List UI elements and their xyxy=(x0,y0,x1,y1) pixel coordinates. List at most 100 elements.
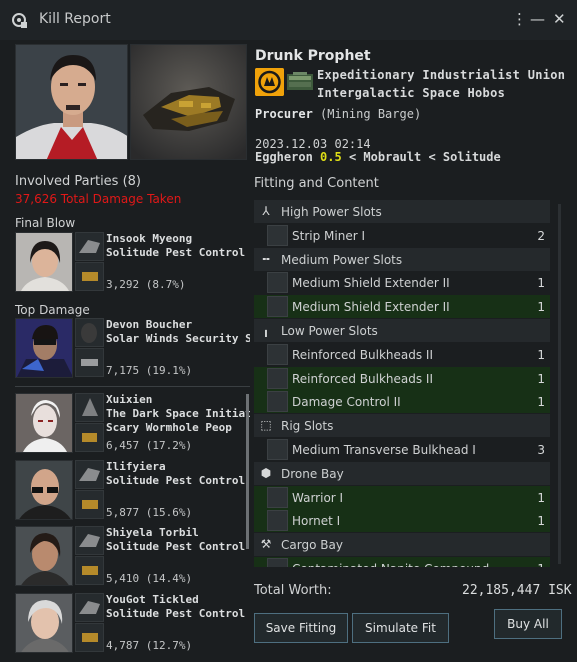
attacker-alliance[interactable]: Scary Wormhole Peop xyxy=(106,421,250,434)
attacker-row[interactable]: Xuixien The Dark Space Initiat Scary Wor… xyxy=(15,393,250,457)
module-icon[interactable] xyxy=(267,486,288,508)
fitting-item-destroyed[interactable]: Strip Miner I 2 xyxy=(254,223,550,247)
attacker-damage: 6,457 (17.2%) xyxy=(106,439,193,452)
attacker-ship-icon[interactable] xyxy=(75,460,104,489)
section-divider xyxy=(15,386,250,387)
attacker-portrait[interactable] xyxy=(15,526,73,586)
fitting-item-destroyed[interactable]: Medium Shield Extender II 1 xyxy=(254,271,550,295)
attacker-corp[interactable]: Solar Winds Security So xyxy=(106,332,250,345)
involved-scrollbar[interactable] xyxy=(246,394,249,549)
attacker-row[interactable]: Insook Myeong Solitude Pest Control a 3,… xyxy=(15,232,250,296)
attacker-damage: 5,877 (15.6%) xyxy=(106,506,193,519)
module-icon[interactable] xyxy=(267,343,288,365)
attacker-row[interactable]: YouGot Tickled Solitude Pest Control 4,7… xyxy=(15,593,250,657)
module-icon[interactable] xyxy=(267,439,288,460)
final-blow-label: Final Blow xyxy=(15,216,76,230)
victim-name[interactable]: Drunk Prophet xyxy=(255,48,371,64)
attacker-ship-icon[interactable] xyxy=(75,393,104,422)
fitting-group-header[interactable]: ╍ Medium Power Slots xyxy=(254,247,550,271)
attacker-name[interactable]: YouGot Tickled xyxy=(106,593,199,606)
attacker-ship-icon[interactable] xyxy=(75,593,104,622)
fitting-group-label: Medium Power Slots xyxy=(281,252,403,267)
attacker-ship-icon[interactable] xyxy=(75,318,104,347)
attacker-portrait[interactable] xyxy=(15,318,73,378)
module-icon[interactable] xyxy=(267,558,288,567)
fitting-item-dropped[interactable]: Medium Shield Extender II 1 xyxy=(254,295,550,319)
attacker-corp[interactable]: Solitude Pest Control xyxy=(106,474,250,487)
fitting-item-name: Hornet I xyxy=(292,514,341,529)
attacker-damage: 7,175 (19.1%) xyxy=(106,364,193,377)
minimize-icon[interactable]: — xyxy=(530,10,545,28)
fitting-item-dropped[interactable]: Reinforced Bulkheads II 1 xyxy=(254,366,550,390)
fitting-item-name: Medium Shield Extender II xyxy=(292,300,450,315)
attacker-row[interactable]: Devon Boucher Solar Winds Security So 7,… xyxy=(15,318,250,382)
low-power-icon: ╻ xyxy=(262,323,270,337)
fitting-group-header[interactable]: ⅄ High Power Slots xyxy=(254,200,550,223)
solar-system[interactable]: Eggheron xyxy=(255,150,313,164)
attacker-row[interactable]: Ilifyiera Solitude Pest Control 5,877 (1… xyxy=(15,460,250,524)
module-icon[interactable] xyxy=(267,391,288,413)
victim-ship[interactable]: Procurer (Mining Barge) xyxy=(255,107,421,121)
module-icon[interactable] xyxy=(267,296,288,318)
security-status: 0.5 xyxy=(320,150,342,164)
corporation-name[interactable]: Expeditionary Industrialist Union xyxy=(317,68,565,82)
attacker-corp[interactable]: Solitude Pest Control a xyxy=(106,246,250,259)
attacker-ship-icon[interactable] xyxy=(75,232,104,261)
attacker-name[interactable]: Shiyela Torbil xyxy=(106,526,199,539)
window-title: Kill Report xyxy=(39,11,111,27)
alliance-name[interactable]: Intergalactic Space Hobos xyxy=(317,86,505,100)
attacker-portrait[interactable] xyxy=(15,393,73,453)
attacker-corp[interactable]: The Dark Space Initiat xyxy=(106,407,250,420)
fitting-group-header[interactable]: ╻ Low Power Slots xyxy=(254,319,550,342)
fitting-item-destroyed[interactable]: Medium Transverse Bulkhead I 3 xyxy=(254,438,550,461)
fitting-item-dropped[interactable]: Hornet I 1 xyxy=(254,509,550,533)
more-options-icon[interactable]: ⋮ xyxy=(512,10,527,28)
fitting-item-dropped[interactable]: Warrior I 1 xyxy=(254,485,550,509)
ship-name[interactable]: Procurer xyxy=(255,107,313,121)
attacker-name[interactable]: Xuixien xyxy=(106,393,152,406)
alliance-logo[interactable] xyxy=(287,72,313,91)
module-icon[interactable] xyxy=(267,224,288,246)
attacker-corp[interactable]: Solitude Pest Control xyxy=(106,540,250,553)
region[interactable]: Solitude xyxy=(443,150,501,164)
attacker-corp[interactable]: Solitude Pest Control xyxy=(106,607,250,620)
top-damage-label: Top Damage xyxy=(15,303,90,317)
fitting-group-header[interactable]: ⬢ Drone Bay xyxy=(254,461,550,485)
attacker-name[interactable]: Devon Boucher xyxy=(106,318,192,331)
fitting-group-header[interactable]: ⚒ Cargo Bay xyxy=(254,533,550,557)
fitting-item-name: Warrior I xyxy=(292,490,344,505)
corporation-logo[interactable] xyxy=(255,68,284,96)
attacker-weapon-icon[interactable] xyxy=(75,556,104,585)
fitting-group-label: Low Power Slots xyxy=(281,324,378,338)
attacker-damage: 4,787 (12.7%) xyxy=(106,639,193,652)
module-icon[interactable] xyxy=(267,367,288,389)
attacker-weapon-icon[interactable] xyxy=(75,348,104,377)
attacker-weapon-icon[interactable] xyxy=(75,490,104,519)
attacker-portrait[interactable] xyxy=(15,232,73,292)
attacker-row[interactable]: Shiyela Torbil Solitude Pest Control 5,4… xyxy=(15,526,250,590)
victim-ship-image[interactable] xyxy=(130,44,247,160)
fitting-item-dropped[interactable]: Damage Control II 1 xyxy=(254,390,550,414)
total-damage-taken: 37,626 Total Damage Taken xyxy=(15,192,182,206)
fitting-item-destroyed[interactable]: Reinforced Bulkheads II 1 xyxy=(254,342,550,366)
attacker-portrait[interactable] xyxy=(15,460,73,520)
attacker-portrait[interactable] xyxy=(15,593,73,653)
attacker-weapon-icon[interactable] xyxy=(75,262,104,291)
attacker-weapon-icon[interactable] xyxy=(75,623,104,652)
close-icon[interactable]: ✕ xyxy=(553,10,566,28)
fitting-group-label: High Power Slots xyxy=(281,205,382,219)
fitting-group-header[interactable]: ⬚ Rig Slots xyxy=(254,414,550,438)
buy-all-button[interactable]: Buy All xyxy=(494,609,562,639)
module-icon[interactable] xyxy=(267,510,288,532)
fitting-item-dropped[interactable]: Contaminated Nanite Compound 1 xyxy=(254,557,550,567)
save-fitting-button[interactable]: Save Fitting xyxy=(254,613,348,643)
simulate-fit-button[interactable]: Simulate Fit xyxy=(352,613,449,643)
fitting-scrollbar[interactable] xyxy=(558,204,561,564)
victim-portrait[interactable] xyxy=(15,44,128,160)
attacker-name[interactable]: Insook Myeong xyxy=(106,232,192,245)
attacker-weapon-icon[interactable] xyxy=(75,423,104,452)
module-icon[interactable] xyxy=(267,272,288,294)
constellation[interactable]: Mobrault xyxy=(363,150,421,164)
attacker-name[interactable]: Ilifyiera xyxy=(106,460,166,473)
attacker-ship-icon[interactable] xyxy=(75,526,104,555)
